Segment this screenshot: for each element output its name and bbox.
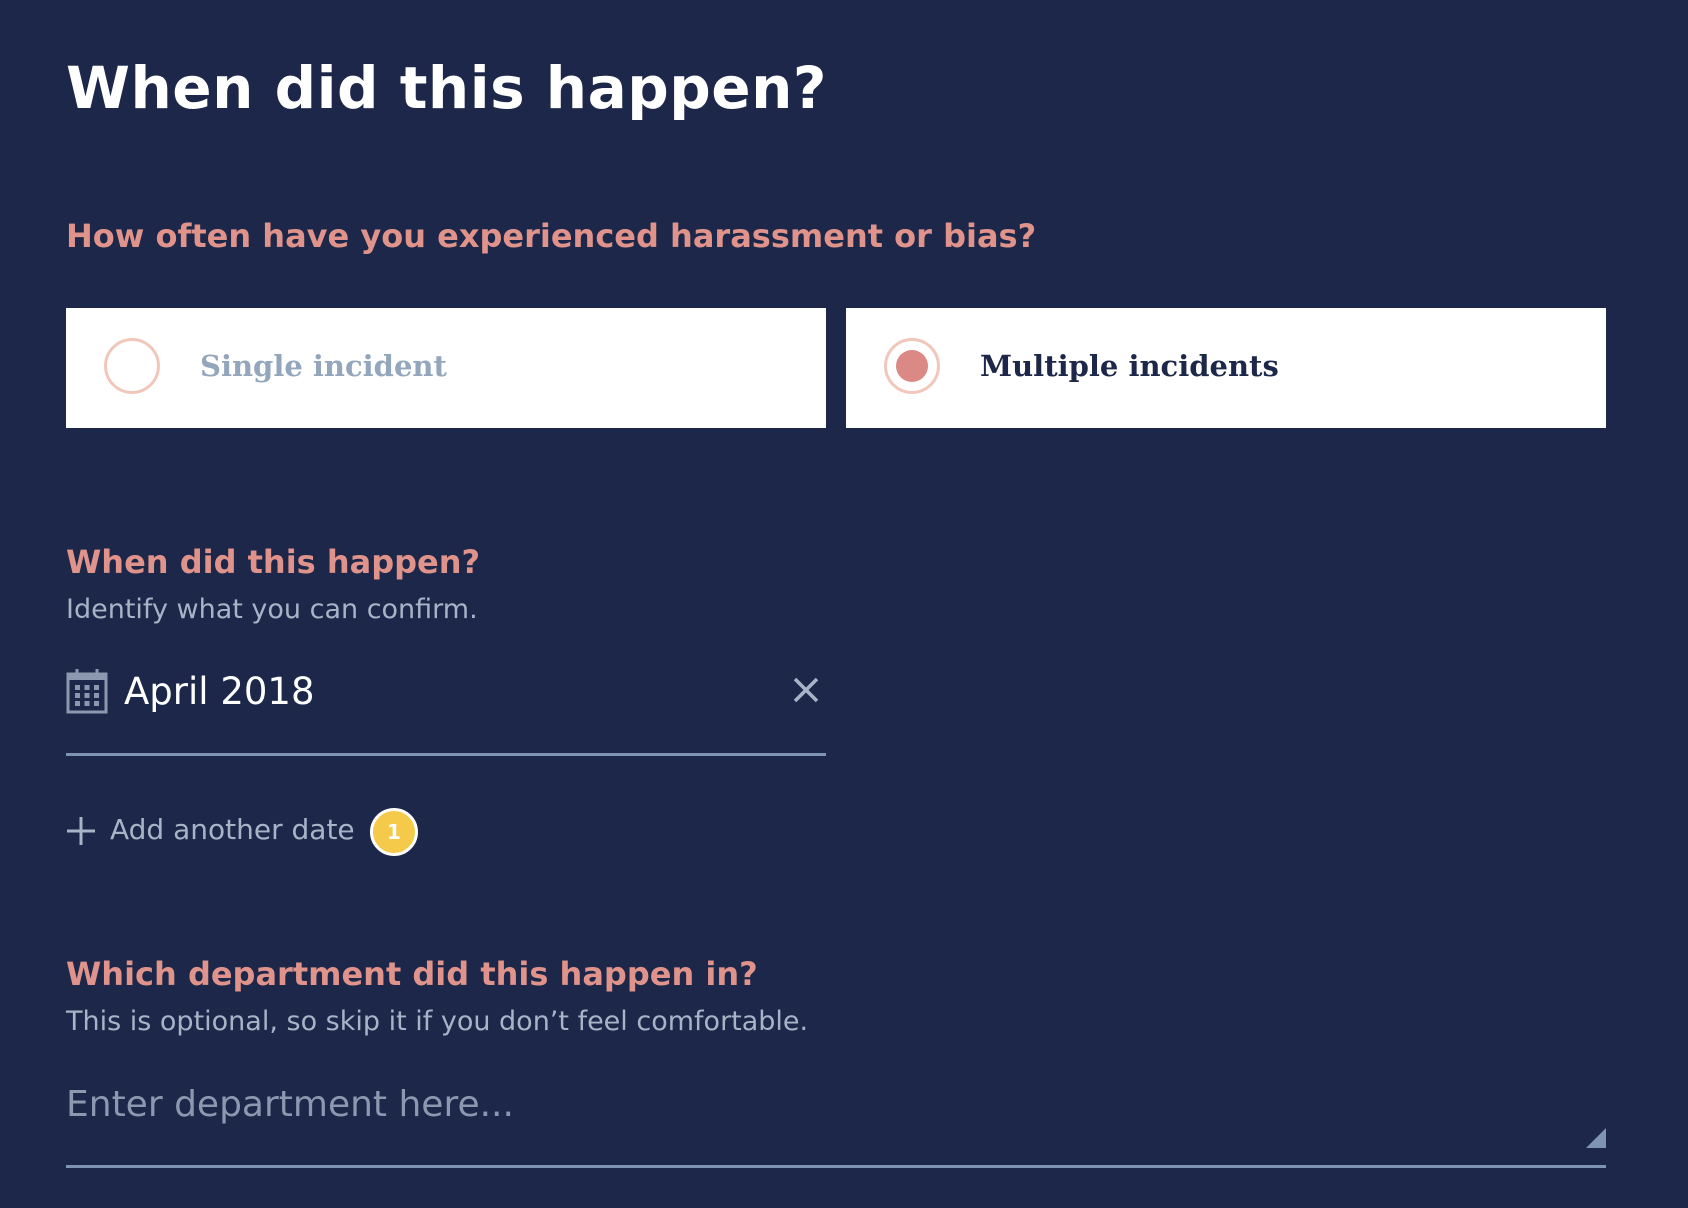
date-value[interactable]: April 2018 <box>124 666 315 718</box>
option-label-single: Single incident <box>200 349 447 383</box>
radio-multiple-incidents[interactable] <box>884 338 940 394</box>
option-multiple-incidents[interactable]: Multiple incidents <box>846 308 1606 428</box>
radio-single-incident[interactable] <box>104 338 160 394</box>
option-label-multiple: Multiple incidents <box>980 349 1279 383</box>
close-icon[interactable] <box>792 676 820 704</box>
frequency-question: How often have you experienced harassmen… <box>66 217 1037 255</box>
option-single-incident[interactable]: Single incident <box>66 308 826 428</box>
radio-selected-dot <box>896 350 928 382</box>
resize-handle-icon[interactable] <box>1586 1128 1606 1148</box>
dates-question: When did this happen? <box>66 543 481 581</box>
dates-hint: Identify what you can confirm. <box>66 594 478 625</box>
page-title: When did this happen? <box>66 54 828 122</box>
department-question: Which department did this happen in? <box>66 955 758 993</box>
count-badge: 1 <box>370 808 418 856</box>
calendar-icon <box>66 669 108 714</box>
plus-icon <box>67 817 95 845</box>
department-input[interactable] <box>66 1070 1606 1168</box>
department-hint: This is optional, so skip it if you don’… <box>66 1006 809 1037</box>
date-entry[interactable]: April 2018 <box>66 660 826 756</box>
add-date-label: Add another date <box>110 813 355 846</box>
